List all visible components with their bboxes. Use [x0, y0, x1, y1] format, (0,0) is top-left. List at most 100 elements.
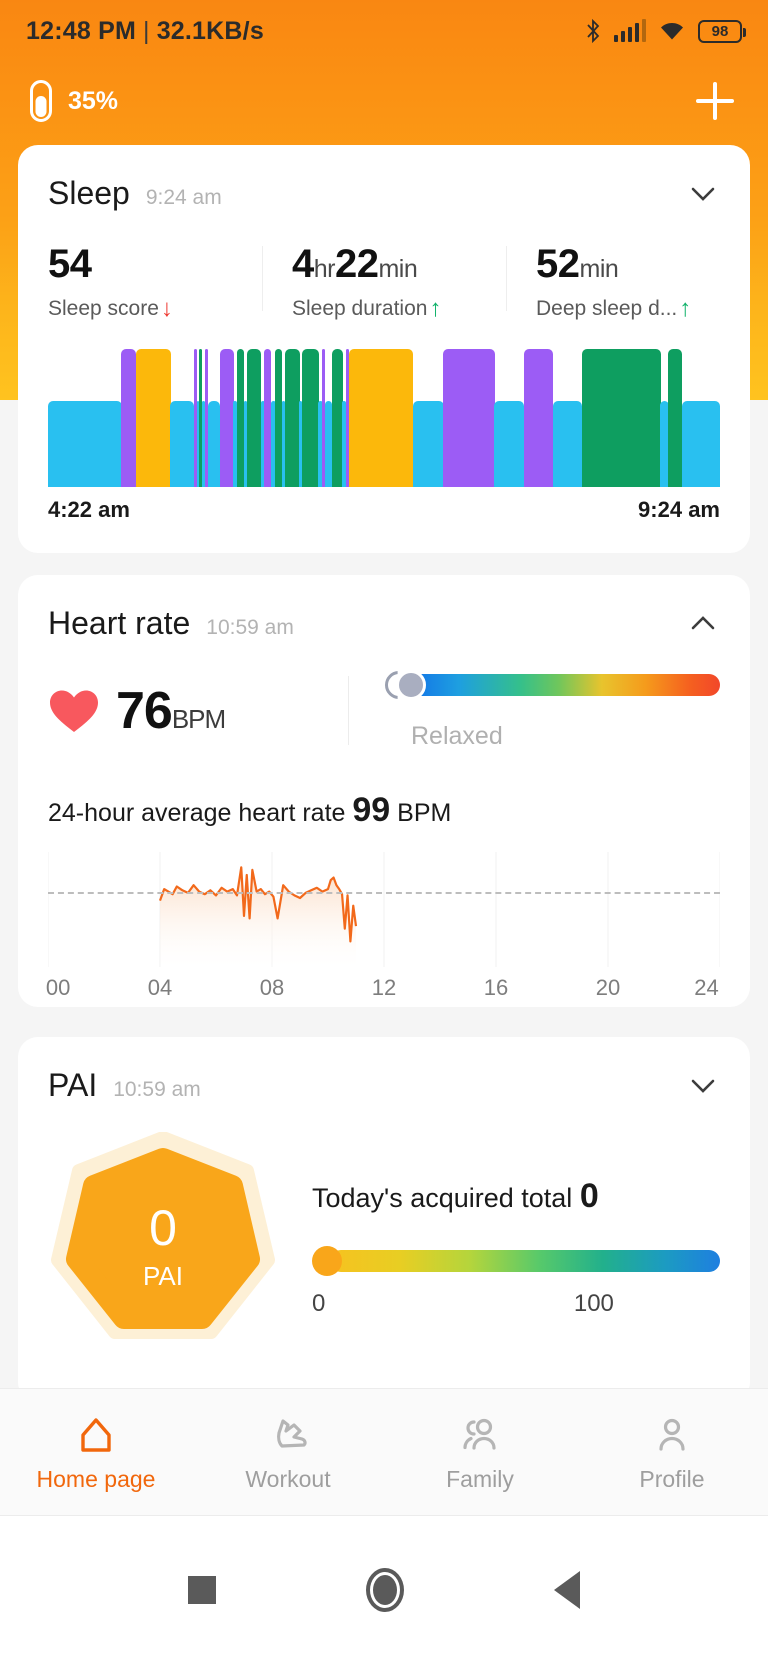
sleep-stage-segment	[349, 349, 414, 487]
deep-sleep-value: 52	[536, 242, 580, 286]
pai-total-row: Today's acquired total 0	[312, 1177, 720, 1216]
sleep-card-header[interactable]: Sleep 9:24 am	[18, 145, 750, 212]
sleep-stage-segment	[220, 349, 234, 487]
sleep-stage-segment	[170, 401, 195, 487]
add-button[interactable]	[692, 78, 738, 124]
sleep-stage-segment	[668, 349, 683, 487]
pai-value: 0	[149, 1199, 177, 1256]
pai-body: 0 PAI Today's acquired total 0 0 100	[18, 1104, 750, 1402]
sleep-title: Sleep	[48, 175, 130, 211]
sleep-timestamp: 9:24 am	[145, 185, 222, 209]
sleep-stage-segment	[136, 349, 171, 487]
heart-rate-value-group: 76BPM	[48, 681, 348, 741]
axis-tick-label: 20	[595, 975, 621, 1000]
sleep-stage-segment	[331, 349, 343, 487]
deep-sleep-value-wrap: 52min	[536, 242, 750, 287]
battery-level-text: 98	[711, 22, 729, 40]
home-circle-icon[interactable]	[366, 1568, 404, 1612]
person-icon	[659, 1418, 685, 1451]
heart-rate-24h-axis: 00 04 08 12 16 20 24	[45, 975, 720, 1007]
sleep-stage-segment	[412, 401, 444, 487]
chevron-down-icon[interactable]	[686, 177, 720, 211]
heart-rate-bpm-wrap: 76BPM	[116, 681, 226, 741]
chevron-up-icon[interactable]	[686, 607, 720, 641]
sleep-score-value: 54	[48, 242, 92, 286]
deep-sleep-label-wrap: Deep sleep d... ↑	[536, 297, 750, 321]
heart-rate-24h-chart[interactable]	[47, 852, 721, 967]
sleep-stage-segment	[494, 401, 525, 487]
axis-tick-label: 16	[483, 975, 509, 1000]
pai-progress-knob[interactable]	[312, 1245, 342, 1276]
sleep-card[interactable]: Sleep 9:24 am 54 Sleep score ↓ 4hr22min …	[18, 145, 750, 553]
band-battery-status[interactable]: 35%	[30, 80, 118, 122]
tab-profile[interactable]: Profile	[576, 1389, 768, 1515]
sleep-stage-segment	[681, 401, 721, 487]
sleep-duration-value-wrap: 4hr22min	[292, 242, 506, 287]
axis-tick-label: 08	[259, 975, 285, 1000]
pai-card-header[interactable]: PAI 10:59 am	[18, 1037, 750, 1104]
tab-family-label: Family	[446, 1465, 514, 1492]
sleep-duration-label: Sleep duration	[292, 297, 428, 320]
bluetooth-icon	[586, 18, 599, 44]
heart-rate-gauge-knob[interactable]	[395, 670, 426, 700]
sleep-stats-row: 54 Sleep score ↓ 4hr22min Sleep duration…	[18, 212, 750, 321]
tab-workout[interactable]: Workout	[192, 1389, 384, 1515]
sleep-end-time: 9:24 am	[638, 497, 720, 522]
heart-rate-average-line	[48, 891, 720, 894]
sleep-duration-hours: 4	[292, 242, 314, 286]
sleep-stage-chart[interactable]	[48, 349, 721, 487]
tab-profile-label: Profile	[639, 1465, 705, 1492]
shoe-icon	[277, 1418, 307, 1448]
app-root: 12:48 PM | 32.1KB/s 98 35% Sleep 9:24 am…	[0, 0, 768, 1664]
status-bar-clock: 12:48 PM	[26, 16, 136, 45]
pai-timestamp: 10:59 am	[113, 1077, 201, 1101]
tab-home-page[interactable]: Home page	[0, 1389, 192, 1515]
heart-rate-title: Heart rate	[48, 605, 191, 641]
family-icon	[463, 1418, 496, 1450]
band-device-icon	[30, 80, 52, 122]
heart-rate-gauge-track	[409, 674, 720, 696]
pai-progress-bar[interactable]	[312, 1245, 720, 1276]
status-bar-network-speed: 32.1KB/s	[156, 16, 264, 45]
heart-rate-zone-gauge[interactable]	[381, 670, 720, 700]
pai-scale-min: 0	[312, 1289, 326, 1317]
axis-tick-label: 24	[694, 975, 719, 1000]
sleep-stage-segment	[48, 401, 122, 487]
deep-sleep-stat: 52min Deep sleep d... ↑	[506, 242, 750, 321]
heart-rate-bpm-unit: BPM	[171, 703, 226, 734]
axis-tick-label: 12	[371, 975, 397, 1000]
sleep-duration-stat: 4hr22min Sleep duration ↑	[262, 242, 506, 321]
axis-tick-label: 00	[45, 975, 71, 1000]
heart-rate-card-header[interactable]: Heart rate 10:59 am	[18, 575, 750, 642]
trend-up-icon: ↑	[429, 295, 442, 322]
chevron-down-icon[interactable]	[686, 1069, 720, 1103]
sleep-stage-segment	[121, 349, 137, 487]
pai-card[interactable]: PAI 10:59 am 0 PAI Today's acquired tota…	[18, 1037, 750, 1402]
system-status-bar: 12:48 PM | 32.1KB/s 98	[0, 0, 768, 62]
heart-rate-card[interactable]: Heart rate 10:59 am 76BPM Relaxed 24-hou…	[18, 575, 750, 1007]
heart-rate-area-fill	[160, 867, 356, 967]
wifi-icon	[661, 23, 683, 40]
pai-total-value: 0	[579, 1176, 599, 1215]
deep-sleep-unit: min	[579, 255, 619, 283]
pai-progress-track	[330, 1249, 720, 1272]
pai-title: PAI	[48, 1067, 98, 1103]
pai-scale-labels: 0 100	[312, 1290, 614, 1318]
heart-rate-average-title: 24-hour average heart rate 99 BPM	[18, 751, 750, 830]
sleep-time-axis: 4:22 am 9:24 am	[18, 487, 750, 553]
axis-tick-label: 04	[147, 975, 173, 1000]
sleep-score-stat: 54 Sleep score ↓	[18, 242, 262, 321]
pai-heptagon-gauge[interactable]: 0 PAI	[48, 1132, 278, 1362]
back-triangle-icon[interactable]	[554, 1571, 580, 1609]
sleep-start-time: 4:22 am	[48, 497, 130, 522]
android-navigation-bar	[0, 1516, 768, 1664]
pai-heptagon-text: 0 PAI	[48, 1132, 278, 1362]
bottom-tab-bar: Home page Workout Family Profile	[0, 1388, 768, 1516]
sleep-duration-label-wrap: Sleep duration ↑	[292, 297, 506, 321]
tab-home-page-label: Home page	[36, 1465, 156, 1492]
heart-rate-current-row: 76BPM Relaxed	[18, 642, 750, 751]
recents-square-icon[interactable]	[188, 1576, 216, 1604]
sleep-stage-segment	[443, 349, 495, 487]
status-bar-right: 98	[584, 18, 746, 44]
tab-family[interactable]: Family	[384, 1389, 576, 1515]
